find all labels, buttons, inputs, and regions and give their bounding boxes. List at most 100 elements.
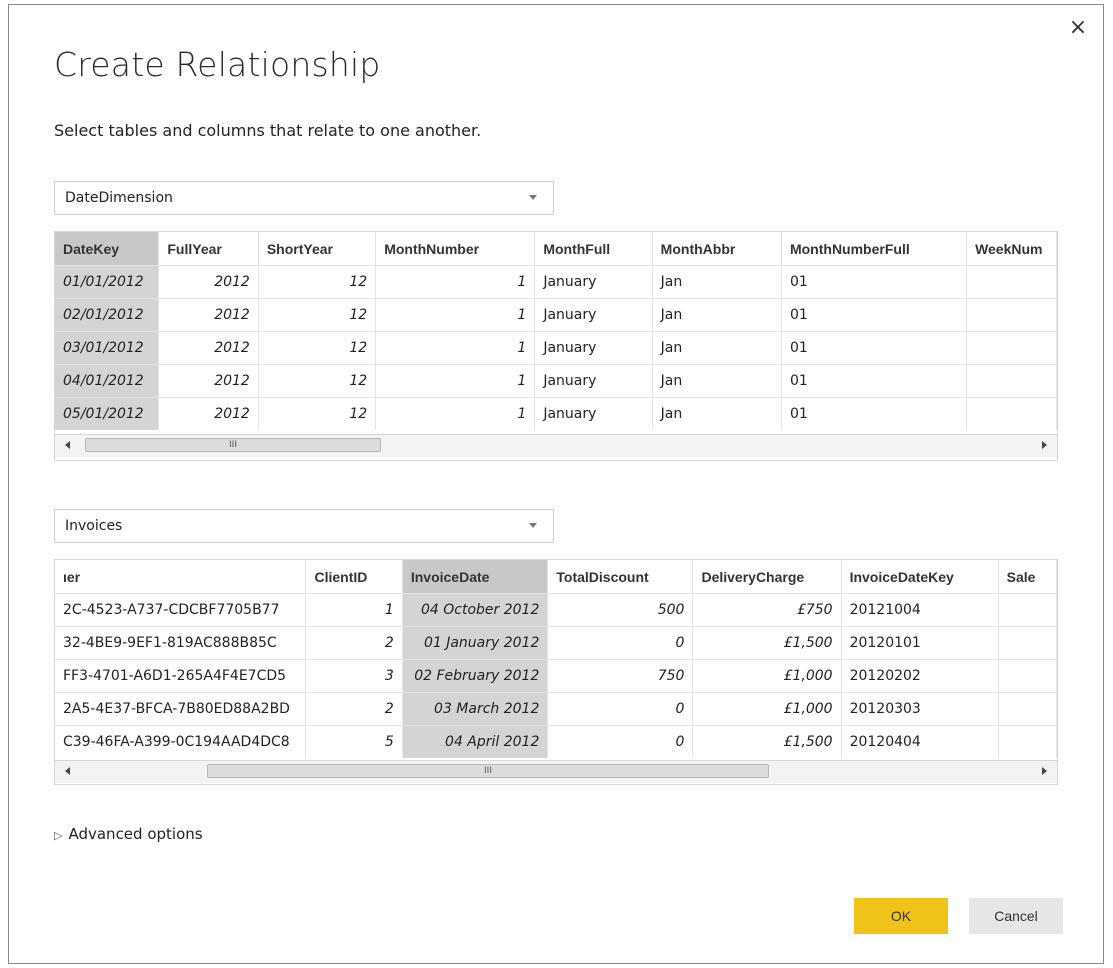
table-cell[interactable]: 20120404 <box>841 725 999 758</box>
table-cell[interactable]: 2 <box>305 692 403 726</box>
table-cell[interactable] <box>966 265 1057 299</box>
table-cell[interactable]: 01 <box>781 331 968 365</box>
table-cell[interactable]: 01/01/2012 <box>55 265 160 299</box>
scroll-right-icon[interactable] <box>1042 441 1047 449</box>
table-cell[interactable]: 5 <box>305 725 403 758</box>
column-header-monthfull[interactable]: MonthFull <box>534 232 653 266</box>
table1-select[interactable]: DateDimension <box>54 181 554 215</box>
table-cell[interactable]: £750 <box>692 593 842 627</box>
table-cell[interactable]: 05/01/2012 <box>55 397 160 430</box>
column-header-clientid[interactable]: ClientID <box>305 560 403 594</box>
table-cell[interactable]: 32-4BE9-9EF1-819AC888B85C <box>55 626 307 660</box>
table-cell[interactable]: 1 <box>375 265 536 299</box>
table-cell[interactable] <box>966 364 1057 398</box>
table-cell[interactable]: 01 <box>781 265 968 299</box>
table-cell[interactable]: 12 <box>258 364 377 398</box>
table-cell[interactable]: 2012 <box>158 331 259 365</box>
table-cell[interactable]: 2A5-4E37-BFCA-7B80ED88A2BD <box>55 692 307 726</box>
table-cell[interactable]: 3 <box>305 659 403 693</box>
column-header-monthabbr[interactable]: MonthAbbr <box>652 232 782 266</box>
scroll-right-icon[interactable] <box>1042 767 1047 775</box>
table-cell[interactable]: C39-46FA-A399-0C194AAD4DC8 <box>55 725 307 758</box>
column-header-invoicedatekey[interactable]: InvoiceDateKey <box>841 560 999 594</box>
table-cell[interactable]: Jan <box>652 298 782 332</box>
table-cell[interactable]: January <box>534 298 653 332</box>
table-cell[interactable]: 0 <box>547 692 694 726</box>
table-cell[interactable]: 04/01/2012 <box>55 364 160 398</box>
table-cell[interactable]: 20121004 <box>841 593 999 627</box>
scrollbar-thumb[interactable]: III <box>85 438 381 452</box>
table-cell[interactable]: 20120101 <box>841 626 999 660</box>
table-cell[interactable]: £1,500 <box>692 626 842 660</box>
table1-horizontal-scrollbar[interactable]: III <box>55 434 1057 457</box>
table-cell[interactable]: 04 April 2012 <box>402 725 549 758</box>
table-cell[interactable]: 2012 <box>158 265 259 299</box>
table-cell[interactable]: 12 <box>258 331 377 365</box>
table-cell[interactable]: 01 <box>781 298 968 332</box>
table-cell[interactable] <box>998 692 1057 726</box>
table-cell[interactable]: 03 March 2012 <box>402 692 549 726</box>
table-cell[interactable]: Jan <box>652 364 782 398</box>
table-cell[interactable] <box>998 725 1057 758</box>
table-cell[interactable] <box>998 593 1057 627</box>
table-cell[interactable]: £1,000 <box>692 659 842 693</box>
table-cell[interactable]: Jan <box>652 265 782 299</box>
table-cell[interactable]: 12 <box>258 265 377 299</box>
column-header-monthnumberfull[interactable]: MonthNumberFull <box>781 232 968 266</box>
table-cell[interactable]: 12 <box>258 397 377 430</box>
table-cell[interactable]: 2 <box>305 626 403 660</box>
scroll-left-icon[interactable] <box>65 441 70 449</box>
table-cell[interactable]: 1 <box>375 364 536 398</box>
table-cell[interactable]: 500 <box>547 593 694 627</box>
table-cell[interactable]: £1,500 <box>692 725 842 758</box>
table-cell[interactable]: 20120303 <box>841 692 999 726</box>
column-header-fullyear[interactable]: FullYear <box>158 232 259 266</box>
table-cell[interactable]: 1 <box>375 397 536 430</box>
cancel-button[interactable]: Cancel <box>969 898 1063 934</box>
column-header-monthnumber[interactable]: MonthNumber <box>375 232 536 266</box>
ok-button[interactable]: OK <box>854 898 948 934</box>
column-header-invoicedate[interactable]: InvoiceDate <box>402 560 549 594</box>
table-cell[interactable]: 2012 <box>158 397 259 430</box>
column-header-weeknum[interactable]: WeekNum <box>966 232 1057 266</box>
table-cell[interactable]: January <box>534 397 653 430</box>
column-header-invoicenumber[interactable]: ıer <box>55 560 307 594</box>
table-cell[interactable] <box>966 298 1057 332</box>
column-header-sale[interactable]: Sale <box>998 560 1057 594</box>
scroll-left-icon[interactable] <box>65 767 70 775</box>
advanced-options-toggle[interactable]: ▷ Advanced options <box>54 825 203 843</box>
table-cell[interactable]: 2C-4523-A737-CDCBF7705B77 <box>55 593 307 627</box>
table-cell[interactable] <box>998 626 1057 660</box>
table-cell[interactable] <box>998 659 1057 693</box>
table-cell[interactable]: 20120202 <box>841 659 999 693</box>
column-header-deliverycharge[interactable]: DeliveryCharge <box>692 560 842 594</box>
table-cell[interactable]: January <box>534 331 653 365</box>
table-cell[interactable]: 1 <box>375 298 536 332</box>
table-cell[interactable]: 1 <box>375 331 536 365</box>
table-cell[interactable]: Jan <box>652 397 782 430</box>
table-cell[interactable]: 2012 <box>158 298 259 332</box>
table-cell[interactable] <box>966 331 1057 365</box>
table-cell[interactable]: 01 <box>781 364 968 398</box>
column-header-shortyear[interactable]: ShortYear <box>258 232 377 266</box>
table-cell[interactable]: 0 <box>547 725 694 758</box>
table-cell[interactable]: 12 <box>258 298 377 332</box>
table-cell[interactable]: FF3-4701-A6D1-265A4F4E7CD5 <box>55 659 307 693</box>
table-cell[interactable]: 750 <box>547 659 694 693</box>
scrollbar-thumb[interactable]: III <box>207 764 769 778</box>
table-cell[interactable]: 02 February 2012 <box>402 659 549 693</box>
table-cell[interactable]: £1,000 <box>692 692 842 726</box>
table2-horizontal-scrollbar[interactable]: III <box>55 760 1057 783</box>
table-cell[interactable]: 1 <box>305 593 403 627</box>
table-cell[interactable]: January <box>534 265 653 299</box>
table-cell[interactable]: 0 <box>547 626 694 660</box>
table-cell[interactable]: 02/01/2012 <box>55 298 160 332</box>
table-cell[interactable]: 03/01/2012 <box>55 331 160 365</box>
close-icon[interactable]: × <box>1067 17 1089 39</box>
table-cell[interactable]: 01 January 2012 <box>402 626 549 660</box>
table-cell[interactable] <box>966 397 1057 430</box>
table-cell[interactable]: 01 <box>781 397 968 430</box>
table-cell[interactable]: 2012 <box>158 364 259 398</box>
column-header-datekey[interactable]: DateKey <box>55 232 160 266</box>
column-header-totaldiscount[interactable]: TotalDiscount <box>547 560 694 594</box>
